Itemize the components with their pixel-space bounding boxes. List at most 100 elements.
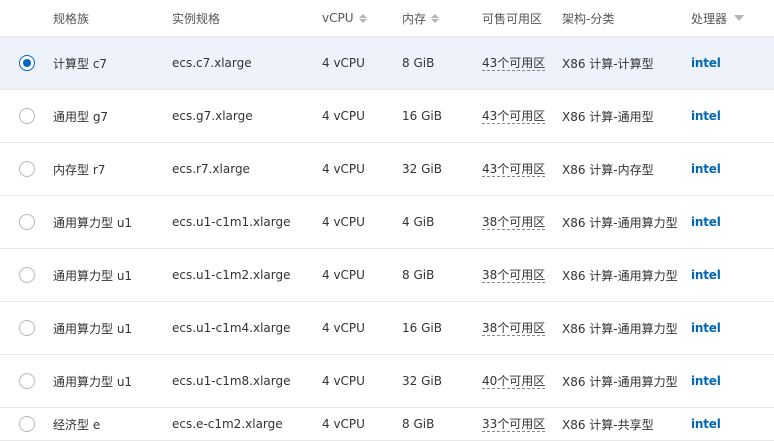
column-header-family: 规格族 [53, 11, 90, 26]
cell-memory: 4 GiB [402, 215, 435, 229]
cell-zones[interactable]: 43个可用区 [482, 37, 546, 89]
cell-spec: ecs.u1-c1m4.xlarge [172, 321, 291, 335]
zones-link[interactable]: 43个可用区 [482, 109, 546, 124]
row-radio-cell[interactable] [19, 37, 35, 89]
cell-family: 计算型 c7 [53, 56, 108, 71]
cell-vcpu: 4 vCPU [322, 56, 365, 70]
intel-logo-icon: intel [691, 215, 721, 229]
cell-spec: ecs.u1-c1m8.xlarge [172, 374, 291, 388]
table-row[interactable]: 计算型 c7 ecs.c7.xlarge 4 vCPU 8 GiB 43个可用区 X86 … [0, 37, 774, 90]
column-header-zones: 可售可用区 [482, 11, 543, 26]
instance-type-table: 规格族 实例规格 vCPU 内存 可售可用区 架构-分类 处理器 计算型 c7 e… [0, 0, 774, 441]
intel-logo-icon: intel [691, 162, 721, 176]
cell-processor: intel [691, 90, 721, 142]
cell-arch: X86 计算-通用算力型 [562, 321, 678, 336]
zones-link[interactable]: 40个可用区 [482, 374, 546, 389]
table-row[interactable]: 经济型 e ecs.e-c1m2.xlarge 4 vCPU 8 GiB 33个可用区 X… [0, 408, 774, 441]
table-row[interactable]: 通用算力型 u1 ecs.u1-c1m2.xlarge 4 vCPU 8 GiB 38个… [0, 249, 774, 302]
table-row[interactable]: 通用算力型 u1 ecs.u1-c1m8.xlarge 4 vCPU 32 GiB 40… [0, 355, 774, 408]
row-radio-cell[interactable] [19, 408, 35, 440]
cell-zones[interactable]: 40个可用区 [482, 355, 546, 407]
cell-family: 通用算力型 u1 [53, 268, 133, 283]
cell-arch: X86 计算-内存型 [562, 162, 654, 177]
table-row[interactable]: 通用算力型 u1 ecs.u1-c1m1.xlarge 4 vCPU 4 GiB 38个… [0, 196, 774, 249]
intel-logo-icon: intel [691, 417, 721, 431]
zones-link[interactable]: 33个可用区 [482, 417, 546, 432]
row-radio-button[interactable] [19, 373, 35, 389]
column-header-vcpu[interactable]: vCPU [322, 0, 367, 36]
table-row[interactable]: 通用型 g7 ecs.g7.xlarge 4 vCPU 16 GiB 43个可用区 X86… [0, 90, 774, 143]
sort-icon[interactable] [358, 13, 367, 23]
cell-spec: ecs.r7.xlarge [172, 162, 250, 176]
cell-processor: intel [691, 408, 721, 440]
cell-vcpu: 4 vCPU [322, 109, 365, 123]
cell-processor: intel [691, 196, 721, 248]
row-radio-button[interactable] [19, 320, 35, 336]
cell-zones[interactable]: 33个可用区 [482, 408, 546, 440]
row-radio-button[interactable] [19, 55, 35, 71]
zones-link[interactable]: 43个可用区 [482, 56, 546, 71]
cell-vcpu: 4 vCPU [322, 162, 365, 176]
cell-spec: ecs.u1-c1m2.xlarge [172, 268, 291, 282]
cell-family: 通用算力型 u1 [53, 321, 133, 336]
row-radio-cell[interactable] [19, 249, 35, 301]
cell-processor: intel [691, 143, 721, 195]
cell-family: 经济型 e [53, 417, 101, 432]
sort-icon[interactable] [431, 13, 440, 23]
cell-spec: ecs.e-c1m2.xlarge [172, 417, 283, 431]
zones-link[interactable]: 38个可用区 [482, 321, 546, 336]
intel-logo-icon: intel [691, 109, 721, 123]
cell-vcpu: 4 vCPU [322, 374, 365, 388]
cell-memory: 16 GiB [402, 109, 442, 123]
column-header-spec: 实例规格 [172, 11, 221, 26]
cell-memory: 8 GiB [402, 56, 435, 70]
cell-processor: intel [691, 37, 721, 89]
row-radio-button[interactable] [19, 161, 35, 177]
intel-logo-icon: intel [691, 268, 721, 282]
cell-vcpu: 4 vCPU [322, 268, 365, 282]
row-radio-cell[interactable] [19, 90, 35, 142]
cell-zones[interactable]: 43个可用区 [482, 90, 546, 142]
cell-zones[interactable]: 38个可用区 [482, 249, 546, 301]
row-radio-cell[interactable] [19, 143, 35, 195]
zones-link[interactable]: 38个可用区 [482, 268, 546, 283]
cell-vcpu: 4 vCPU [322, 321, 365, 335]
intel-logo-icon: intel [691, 374, 721, 388]
cell-arch: X86 计算-通用算力型 [562, 268, 678, 283]
cell-family: 内存型 r7 [53, 162, 106, 177]
row-radio-cell[interactable] [19, 196, 35, 248]
intel-logo-icon: intel [691, 56, 721, 70]
cell-processor: intel [691, 249, 721, 301]
cell-family: 通用算力型 u1 [53, 374, 133, 389]
cell-zones[interactable]: 38个可用区 [482, 196, 546, 248]
cell-zones[interactable]: 38个可用区 [482, 302, 546, 354]
row-radio-cell[interactable] [19, 302, 35, 354]
column-header-arch: 架构-分类 [562, 11, 615, 26]
cell-spec: ecs.g7.xlarge [172, 109, 253, 123]
cell-family: 通用型 g7 [53, 109, 109, 124]
cell-processor: intel [691, 302, 721, 354]
row-radio-cell[interactable] [19, 355, 35, 407]
zones-link[interactable]: 43个可用区 [482, 162, 546, 177]
zones-link[interactable]: 38个可用区 [482, 215, 546, 230]
cell-spec: ecs.c7.xlarge [172, 56, 252, 70]
cell-memory: 16 GiB [402, 321, 442, 335]
cell-memory: 32 GiB [402, 374, 442, 388]
row-radio-button[interactable] [19, 108, 35, 124]
cell-spec: ecs.u1-c1m1.xlarge [172, 215, 291, 229]
cell-vcpu: 4 vCPU [322, 417, 365, 431]
cell-arch: X86 计算-通用型 [562, 109, 654, 124]
row-radio-button[interactable] [19, 214, 35, 230]
table-row[interactable]: 通用算力型 u1 ecs.u1-c1m4.xlarge 4 vCPU 16 GiB 38… [0, 302, 774, 355]
row-radio-button[interactable] [19, 416, 35, 432]
filter-icon[interactable] [734, 15, 745, 21]
cell-arch: X86 计算-通用算力型 [562, 374, 678, 389]
column-header-memory[interactable]: 内存 [402, 0, 440, 36]
column-header-processor[interactable]: 处理器 [691, 0, 745, 36]
cell-memory: 8 GiB [402, 268, 435, 282]
table-row[interactable]: 内存型 r7 ecs.r7.xlarge 4 vCPU 32 GiB 43个可用区 X86… [0, 143, 774, 196]
cell-zones[interactable]: 43个可用区 [482, 143, 546, 195]
cell-processor: intel [691, 355, 721, 407]
row-radio-button[interactable] [19, 267, 35, 283]
cell-vcpu: 4 vCPU [322, 215, 365, 229]
